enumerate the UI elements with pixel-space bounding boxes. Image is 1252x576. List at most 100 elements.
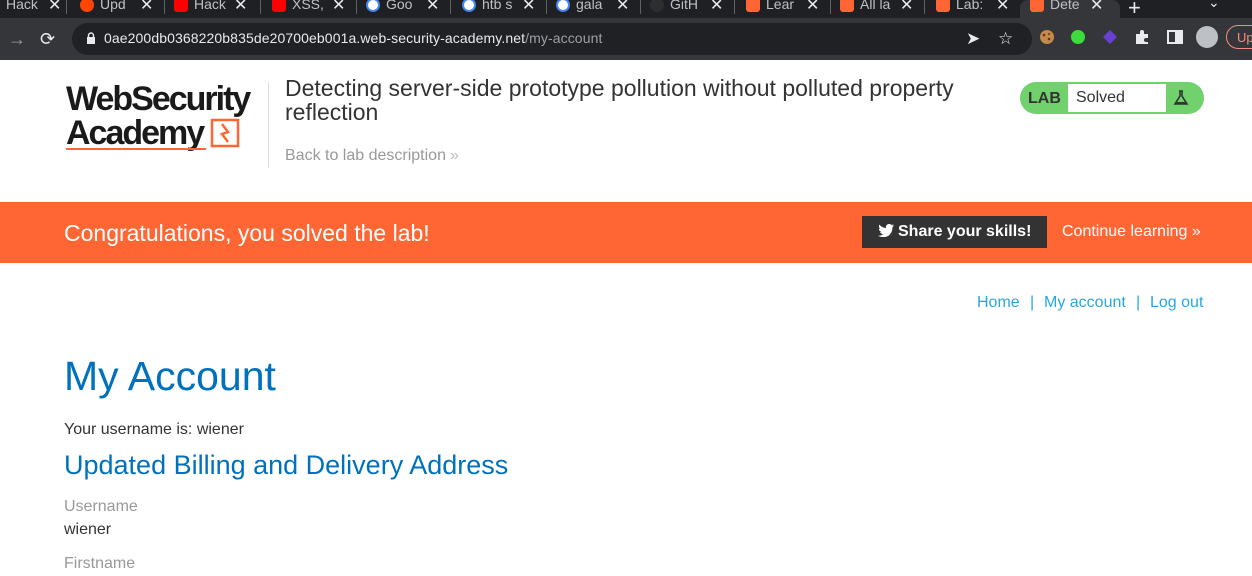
tab-title: Dete bbox=[1050, 0, 1080, 12]
portswigger-icon bbox=[936, 0, 950, 12]
tab-strip: Hack ✕ Upd ✕ Hack ✕ XSS, ✕ Goo ✕ htb s ✕… bbox=[0, 0, 1252, 18]
section-title: Updated Billing and Delivery Address bbox=[64, 450, 509, 480]
field-value: wiener bbox=[64, 521, 112, 538]
close-icon[interactable]: ✕ bbox=[234, 0, 247, 15]
profile-avatar[interactable] bbox=[1196, 26, 1218, 48]
reload-icon[interactable]: ⟳ bbox=[40, 28, 55, 50]
share-skills-button[interactable]: Share your skills! bbox=[862, 216, 1047, 248]
close-icon[interactable]: ✕ bbox=[900, 0, 913, 15]
browser-tab[interactable]: Lab: ✕ bbox=[936, 0, 1016, 18]
browser-tab[interactable]: Lear ✕ bbox=[746, 0, 826, 18]
lab-status-widget: LAB Solved bbox=[1020, 82, 1204, 114]
reddit-icon bbox=[80, 0, 94, 12]
tab-title: Hack bbox=[6, 0, 38, 12]
cookie-icon[interactable] bbox=[1038, 28, 1056, 46]
chevron-down-icon[interactable]: ⌄ bbox=[1208, 0, 1220, 11]
portswigger-icon bbox=[840, 0, 854, 12]
google-icon bbox=[556, 0, 570, 12]
continue-learning-link[interactable]: Continue learning » bbox=[1062, 223, 1201, 241]
portswigger-icon bbox=[1030, 0, 1044, 12]
url-path: /my-account bbox=[525, 30, 603, 46]
extension-purple-icon[interactable] bbox=[1101, 28, 1119, 46]
tab-title: XSS, bbox=[292, 0, 324, 12]
youtube-icon bbox=[272, 0, 286, 12]
share-skills-label: Share your skills! bbox=[898, 223, 1032, 240]
close-icon[interactable]: ✕ bbox=[48, 0, 61, 15]
lock-icon bbox=[87, 32, 95, 44]
browser-tab[interactable]: htb s ✕ bbox=[462, 0, 542, 18]
nav-log-out-link[interactable]: Log out bbox=[1150, 294, 1203, 312]
academy-emblem-icon bbox=[210, 118, 240, 148]
browser-tab[interactable]: Hack ✕ bbox=[0, 0, 62, 18]
nav-separator: | bbox=[1136, 294, 1141, 311]
page-title: My Account bbox=[64, 353, 276, 399]
portswigger-icon bbox=[746, 0, 760, 12]
solved-banner: Congratulations, you solved the lab! Sha… bbox=[0, 202, 1252, 263]
back-to-lab-description-link[interactable]: Back to lab description» bbox=[285, 147, 459, 165]
youtube-icon bbox=[174, 0, 188, 12]
nav-home-link[interactable]: Home bbox=[977, 294, 1020, 312]
url-domain: 0ae200db0368220b835de20700eb001a.web-sec… bbox=[104, 30, 526, 46]
close-icon[interactable]: ✕ bbox=[710, 0, 723, 15]
extension-green-icon[interactable] bbox=[1069, 28, 1087, 46]
lab-status-text: Solved bbox=[1068, 84, 1166, 112]
continue-learning-label: Continue learning bbox=[1062, 223, 1188, 240]
username-line: Your username is: wiener bbox=[64, 421, 244, 438]
lab-title: Detecting server-side prototype pollutio… bbox=[285, 75, 954, 125]
browser-toolbar: → ⟳ 0ae200db0368220b835de20700eb001a.web… bbox=[0, 18, 1252, 60]
tab-title: Lab: bbox=[956, 0, 984, 12]
logo-line-2: Academy bbox=[66, 114, 205, 152]
browser-tab[interactable]: All la ✕ bbox=[840, 0, 920, 18]
close-icon[interactable]: ✕ bbox=[140, 0, 153, 15]
close-icon[interactable]: ✕ bbox=[996, 0, 1009, 15]
nav-separator: | bbox=[1030, 294, 1035, 311]
twitter-icon bbox=[878, 224, 894, 237]
tab-title: Lear bbox=[766, 0, 795, 12]
tab-title: htb s bbox=[482, 0, 513, 12]
logo-line-1: WebSecurity bbox=[66, 80, 251, 118]
browser-tab[interactable]: GitH ✕ bbox=[650, 0, 730, 18]
tab-title: gala bbox=[576, 0, 603, 12]
close-icon[interactable]: ✕ bbox=[522, 0, 535, 15]
close-icon[interactable]: ✕ bbox=[332, 0, 345, 15]
sidebar-icon[interactable] bbox=[1166, 28, 1184, 46]
back-link-label: Back to lab description bbox=[285, 147, 446, 164]
tab-title: Hack bbox=[194, 0, 226, 12]
flask-icon bbox=[1173, 90, 1189, 105]
field-label: Username bbox=[64, 498, 138, 515]
close-icon[interactable]: ✕ bbox=[426, 0, 439, 15]
nav-my-account-link[interactable]: My account bbox=[1044, 294, 1126, 312]
close-icon[interactable]: ✕ bbox=[806, 0, 819, 15]
chevron-double-right-icon: » bbox=[1191, 223, 1201, 240]
tab-title: Goo bbox=[386, 0, 413, 12]
field-label: Firstname bbox=[64, 555, 136, 572]
close-icon[interactable]: ✕ bbox=[1090, 0, 1103, 15]
forward-arrow-icon[interactable]: → bbox=[8, 28, 26, 50]
browser-tab[interactable]: XSS, ✕ bbox=[272, 0, 352, 18]
web-security-academy-logo[interactable]: WebSecurity Academy bbox=[66, 82, 266, 154]
browser-tab[interactable]: Upd ✕ bbox=[80, 0, 160, 18]
browser-tab[interactable]: gala ✕ bbox=[556, 0, 636, 18]
browser-tab[interactable]: Hack ✕ bbox=[174, 0, 254, 18]
tab-title: Upd bbox=[100, 0, 126, 12]
chevron-double-right-icon: » bbox=[449, 147, 459, 164]
google-icon bbox=[462, 0, 476, 12]
logo-underline bbox=[66, 148, 206, 150]
tab-title: All la bbox=[860, 0, 891, 12]
new-tab-button[interactable]: + bbox=[1128, 0, 1141, 18]
url-text: 0ae200db0368220b835de20700eb001a.web-sec… bbox=[104, 30, 602, 46]
update-button[interactable]: Up bbox=[1226, 25, 1252, 49]
puzzle-icon[interactable] bbox=[1133, 28, 1151, 46]
close-icon[interactable]: ✕ bbox=[616, 0, 629, 15]
browser-tab[interactable]: Goo ✕ bbox=[366, 0, 446, 18]
google-icon bbox=[366, 0, 380, 12]
header-divider bbox=[268, 82, 269, 168]
star-icon[interactable]: ☆ bbox=[998, 29, 1013, 49]
browser-tab-active[interactable]: Dete ✕ bbox=[1020, 0, 1120, 18]
github-icon bbox=[650, 0, 664, 12]
lab-badge: LAB bbox=[1028, 90, 1061, 107]
congratulations-message: Congratulations, you solved the lab! bbox=[64, 220, 430, 246]
send-icon[interactable]: ➤ bbox=[966, 29, 980, 49]
tab-title: GitH bbox=[670, 0, 698, 12]
address-bar[interactable]: 0ae200db0368220b835de20700eb001a.web-sec… bbox=[72, 23, 1032, 55]
